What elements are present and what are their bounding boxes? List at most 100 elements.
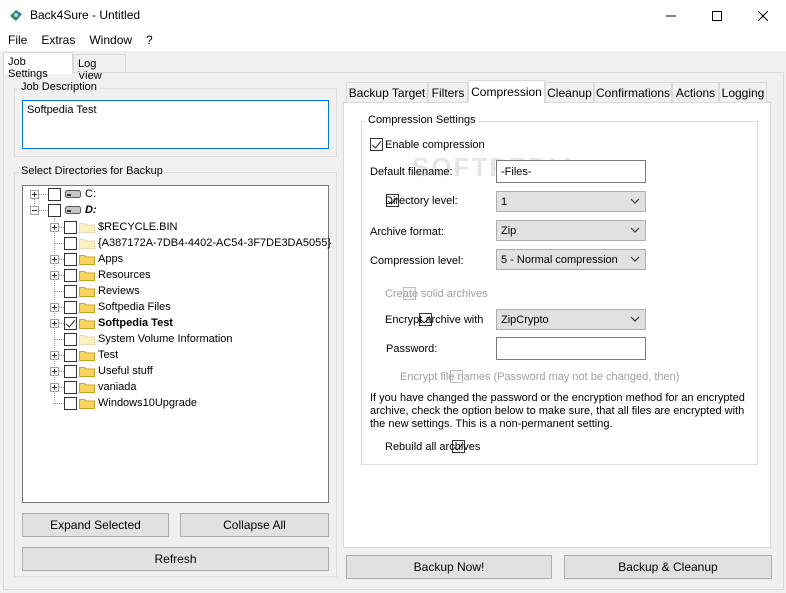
tab-compression[interactable]: Compression bbox=[468, 80, 545, 103]
folder-icon bbox=[79, 351, 95, 361]
tree-row[interactable]: $RECYCLE.BIN bbox=[50, 219, 177, 235]
folder-checkbox[interactable] bbox=[64, 300, 77, 314]
chevron-down-icon bbox=[630, 198, 640, 204]
tree-row-drive-c[interactable]: C: bbox=[30, 186, 96, 202]
backup-cleanup-button[interactable]: Backup & Cleanup bbox=[564, 555, 772, 579]
menu-help[interactable]: ? bbox=[138, 31, 159, 51]
tab-cleanup[interactable]: Cleanup bbox=[545, 82, 594, 102]
folder-checkbox[interactable] bbox=[64, 220, 77, 234]
collapse-icon[interactable] bbox=[30, 205, 39, 215]
tree-row[interactable]: Resources bbox=[50, 267, 151, 283]
expand-icon[interactable] bbox=[30, 189, 39, 199]
expand-icon[interactable] bbox=[50, 222, 59, 232]
encryption-method-select[interactable]: ZipCrypto bbox=[496, 309, 646, 330]
folder-checkbox[interactable] bbox=[64, 316, 77, 330]
tree-row[interactable]: Reviews bbox=[50, 283, 140, 299]
drive-d-label: D: bbox=[85, 204, 97, 216]
app-icon bbox=[8, 7, 24, 23]
archive-format-select[interactable]: Zip bbox=[496, 220, 646, 241]
tab-logging[interactable]: Logging bbox=[719, 82, 767, 102]
folder-checkbox[interactable] bbox=[64, 268, 77, 282]
directory-level-label: Directory level: bbox=[385, 195, 458, 207]
expand-icon[interactable] bbox=[50, 366, 59, 376]
drive-c-label: C: bbox=[85, 188, 96, 200]
tree-row[interactable]: Apps bbox=[50, 251, 123, 267]
archive-format-label: Archive format: bbox=[370, 226, 444, 238]
folder-label: Apps bbox=[98, 253, 124, 265]
maximize-icon bbox=[712, 10, 722, 21]
folder-label: vaniada bbox=[98, 381, 137, 393]
folder-checkbox[interactable] bbox=[64, 284, 77, 298]
expand-icon[interactable] bbox=[50, 318, 59, 328]
directory-level-select[interactable]: 1 bbox=[496, 191, 646, 212]
tree-row[interactable]: Softpedia Test bbox=[50, 315, 173, 331]
tab-filters[interactable]: Filters bbox=[428, 82, 468, 102]
folder-checkbox[interactable] bbox=[64, 380, 77, 394]
folder-checkbox[interactable] bbox=[64, 364, 77, 378]
rebuild-note: If you have changed the password or the … bbox=[370, 392, 745, 430]
password-label: Password: bbox=[386, 343, 438, 355]
enable-compression-checkbox[interactable] bbox=[370, 138, 383, 151]
folder-checkbox[interactable] bbox=[64, 236, 77, 250]
folder-icon bbox=[79, 367, 95, 377]
collapse-all-button[interactable]: Collapse All bbox=[180, 513, 329, 537]
close-button[interactable] bbox=[740, 0, 786, 31]
folder-checkbox[interactable] bbox=[64, 252, 77, 266]
password-input[interactable] bbox=[496, 337, 646, 360]
folder-icon bbox=[79, 223, 95, 233]
chevron-down-icon bbox=[630, 316, 640, 322]
drive-c-checkbox[interactable] bbox=[48, 187, 61, 201]
window-title: Back4Sure - Untitled bbox=[30, 8, 141, 22]
tab-log-view[interactable]: Log View bbox=[73, 54, 126, 82]
solid-archives-label: Create solid archives bbox=[385, 288, 488, 300]
folder-icon bbox=[79, 303, 95, 313]
folder-checkbox[interactable] bbox=[64, 348, 77, 362]
job-description-title: Job Description bbox=[19, 81, 99, 93]
refresh-button[interactable]: Refresh bbox=[22, 547, 329, 571]
tree-row[interactable]: Useful stuff bbox=[50, 363, 153, 379]
folder-label: Windows10Upgrade bbox=[98, 397, 198, 409]
tab-actions[interactable]: Actions bbox=[672, 82, 719, 102]
menu-extras[interactable]: Extras bbox=[33, 31, 81, 51]
expand-icon[interactable] bbox=[50, 254, 59, 264]
maximize-button[interactable] bbox=[694, 0, 740, 31]
tab-job-settings[interactable]: Job Settings bbox=[3, 52, 73, 80]
chevron-down-icon bbox=[630, 256, 640, 262]
expand-icon[interactable] bbox=[50, 302, 59, 312]
tree-row[interactable]: Softpedia Files bbox=[50, 299, 171, 315]
menu-file[interactable]: File bbox=[0, 31, 33, 51]
expand-selected-button[interactable]: Expand Selected bbox=[22, 513, 169, 537]
directory-level-value: 1 bbox=[501, 195, 508, 208]
folder-icon bbox=[79, 255, 95, 265]
backup-now-button[interactable]: Backup Now! bbox=[346, 555, 552, 579]
directories-title: Select Directories for Backup bbox=[19, 165, 165, 177]
archive-format-value: Zip bbox=[501, 224, 517, 237]
expand-icon[interactable] bbox=[50, 350, 59, 360]
tree-row[interactable]: Windows10Upgrade bbox=[50, 395, 197, 411]
expand-icon[interactable] bbox=[50, 382, 59, 392]
drive-d-checkbox[interactable] bbox=[48, 203, 61, 217]
tab-confirmations[interactable]: Confirmations bbox=[594, 82, 672, 102]
compression-level-select[interactable]: 5 - Normal compression bbox=[496, 249, 646, 270]
folder-checkbox[interactable] bbox=[64, 396, 77, 410]
tab-backup-target[interactable]: Backup Target bbox=[346, 82, 428, 102]
compression-level-label: Compression level: bbox=[370, 255, 464, 267]
tree-row[interactable]: {A387172A-7DB4-4402-AC54-3F7DE3DA5055} bbox=[50, 235, 331, 251]
tree-row[interactable]: vaniada bbox=[50, 379, 137, 395]
tree-row[interactable]: System Volume Information bbox=[50, 331, 233, 347]
default-filename-input[interactable]: -Files- bbox=[496, 160, 646, 183]
minimize-button[interactable] bbox=[648, 0, 694, 31]
folder-icon bbox=[79, 335, 95, 345]
folder-checkbox[interactable] bbox=[64, 332, 77, 346]
tree-row[interactable]: Test bbox=[50, 347, 118, 363]
menu-bar: File Extras Window ? bbox=[0, 31, 786, 51]
expand-icon[interactable] bbox=[50, 270, 59, 280]
drive-icon bbox=[65, 190, 81, 198]
tree-row-drive-d[interactable]: D: bbox=[30, 202, 97, 218]
close-icon bbox=[758, 10, 768, 21]
chevron-down-icon bbox=[630, 227, 640, 233]
menu-window[interactable]: Window bbox=[81, 31, 138, 51]
folder-label: Softpedia Files bbox=[98, 301, 171, 313]
job-description-input[interactable]: Softpedia Test bbox=[22, 100, 329, 149]
folder-label: Softpedia Test bbox=[98, 317, 173, 329]
